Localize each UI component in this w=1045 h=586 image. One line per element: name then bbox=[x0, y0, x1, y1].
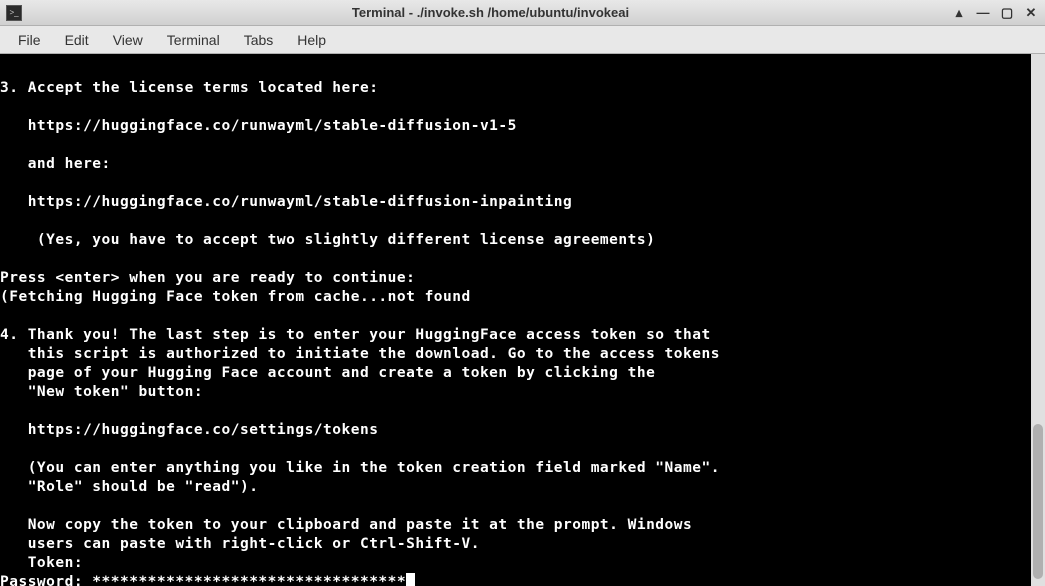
terminal-line: 3. Accept the license terms located here… bbox=[0, 80, 378, 96]
terminal-line: Now copy the token to your clipboard and… bbox=[0, 517, 692, 533]
terminal-line: (You can enter anything you like in the … bbox=[0, 460, 720, 476]
menu-view[interactable]: View bbox=[103, 28, 153, 52]
terminal-line: and here: bbox=[0, 156, 111, 172]
terminal-line: page of your Hugging Face account and cr… bbox=[0, 365, 655, 381]
terminal-line: Token: bbox=[0, 555, 83, 571]
scrollbar[interactable] bbox=[1031, 54, 1045, 586]
terminal-output[interactable]: 3. Accept the license terms located here… bbox=[0, 54, 1045, 586]
menu-terminal[interactable]: Terminal bbox=[157, 28, 230, 52]
terminal-line: users can paste with right-click or Ctrl… bbox=[0, 536, 480, 552]
terminal-line: Press <enter> when you are ready to cont… bbox=[0, 270, 415, 286]
menubar: File Edit View Terminal Tabs Help bbox=[0, 26, 1045, 54]
terminal-line: https://huggingface.co/settings/tokens bbox=[0, 422, 378, 438]
terminal-line: 4. Thank you! The last step is to enter … bbox=[0, 327, 711, 343]
terminal-line: https://huggingface.co/runwayml/stable-d… bbox=[0, 194, 572, 210]
window-title: Terminal - ./invoke.sh /home/ubuntu/invo… bbox=[30, 5, 951, 20]
minimize-button[interactable]: — bbox=[975, 5, 991, 21]
menu-tabs[interactable]: Tabs bbox=[234, 28, 284, 52]
terminal-line: (Fetching Hugging Face token from cache.… bbox=[0, 289, 471, 305]
scrollbar-thumb[interactable] bbox=[1033, 424, 1043, 579]
terminal-line: "New token" button: bbox=[0, 384, 203, 400]
terminal-line: this script is authorized to initiate th… bbox=[0, 346, 720, 362]
terminal-line: https://huggingface.co/runwayml/stable-d… bbox=[0, 118, 517, 134]
close-button[interactable]: ✕ bbox=[1023, 5, 1039, 21]
menu-help[interactable]: Help bbox=[287, 28, 336, 52]
terminal-line: "Role" should be "read"). bbox=[0, 479, 258, 495]
maximize-button[interactable]: ▢ bbox=[999, 5, 1015, 21]
menu-file[interactable]: File bbox=[8, 28, 51, 52]
cursor bbox=[406, 573, 415, 586]
terminal-line: (Yes, you have to accept two slightly di… bbox=[0, 232, 655, 248]
titlebar: >_ Terminal - ./invoke.sh /home/ubuntu/i… bbox=[0, 0, 1045, 26]
terminal-app-icon: >_ bbox=[6, 5, 22, 21]
window-controls: ▴ — ▢ ✕ bbox=[951, 5, 1039, 21]
password-prompt[interactable]: Password: ******************************… bbox=[0, 574, 406, 586]
rollup-button[interactable]: ▴ bbox=[951, 5, 967, 21]
menu-edit[interactable]: Edit bbox=[55, 28, 99, 52]
